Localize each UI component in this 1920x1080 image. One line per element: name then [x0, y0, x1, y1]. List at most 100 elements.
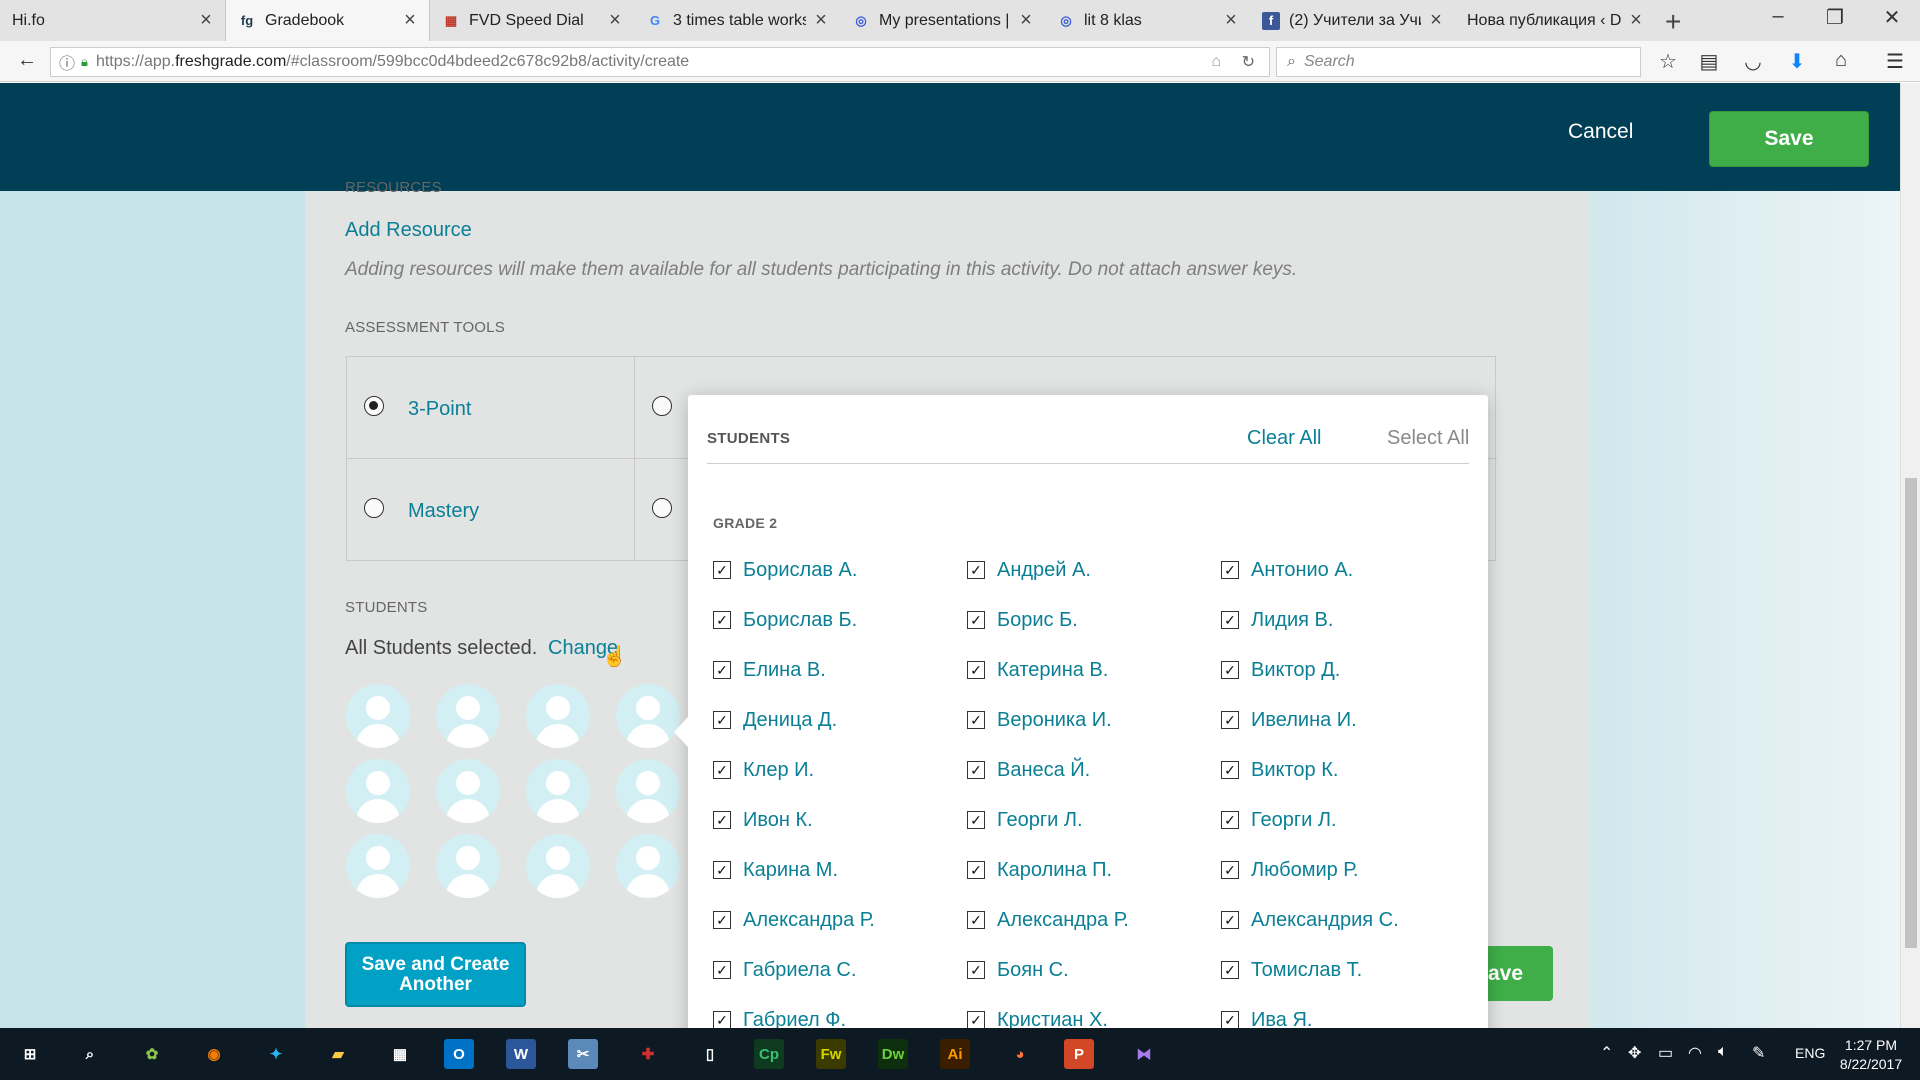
radio-3-point[interactable]: [364, 396, 384, 416]
reload-icon[interactable]: ↻: [1242, 52, 1255, 72]
student-checkbox-item[interactable]: ✓ Борислав Б.: [713, 607, 857, 633]
student-checkbox-item[interactable]: ✓ Каролина П.: [967, 857, 1112, 883]
kodu-icon[interactable]: ✿: [134, 1036, 170, 1072]
checkbox-checked-icon[interactable]: ✓: [713, 661, 731, 679]
close-window-button[interactable]: ✕: [1872, 5, 1912, 30]
close-tab-icon[interactable]: ×: [1017, 9, 1035, 32]
notepad-icon[interactable]: ▯: [692, 1036, 728, 1072]
windows-start-icon[interactable]: ⊞: [12, 1036, 48, 1072]
checkbox-checked-icon[interactable]: ✓: [967, 761, 985, 779]
volume-icon[interactable]: 🔈︎: [1718, 1043, 1728, 1061]
browser-tab[interactable]: G 3 times table works ×: [634, 0, 840, 41]
checkbox-checked-icon[interactable]: ✓: [967, 961, 985, 979]
student-checkbox-item[interactable]: ✓ Лидия В.: [1221, 607, 1333, 633]
browser-tab[interactable]: Нова публикация ‹ De ×: [1455, 0, 1655, 41]
radio-tool-2[interactable]: [652, 396, 672, 416]
student-checkbox-item[interactable]: ✓ Габриела С.: [713, 957, 856, 983]
checkbox-checked-icon[interactable]: ✓: [713, 761, 731, 779]
student-checkbox-item[interactable]: ✓ Георги Л.: [967, 807, 1083, 833]
address-bar[interactable]: ⓘ 🔒︎ https://app. freshgrade.com /#class…: [50, 47, 1270, 77]
checkbox-checked-icon[interactable]: ✓: [1221, 961, 1239, 979]
checkbox-checked-icon[interactable]: ✓: [713, 561, 731, 579]
search-icon[interactable]: ⌕: [72, 1036, 108, 1072]
outlook-icon[interactable]: O: [444, 1039, 474, 1069]
student-checkbox-item[interactable]: ✓ Александра Р.: [713, 907, 875, 933]
student-checkbox-item[interactable]: ✓ Александра Р.: [967, 907, 1129, 933]
checkbox-checked-icon[interactable]: ✓: [1221, 861, 1239, 879]
cancel-button[interactable]: Cancel: [1568, 120, 1633, 144]
student-checkbox-item[interactable]: ✓ Клер И.: [713, 757, 814, 783]
pen-icon[interactable]: ✎: [1752, 1043, 1765, 1063]
tool-option-mastery[interactable]: Mastery: [347, 459, 635, 561]
new-tab-button[interactable]: +: [1665, 6, 1681, 38]
home-icon[interactable]: ⌂: [1826, 49, 1856, 72]
student-checkbox-item[interactable]: ✓ Борис Б.: [967, 607, 1078, 633]
clear-all-link[interactable]: Clear All: [1247, 427, 1321, 450]
checkbox-checked-icon[interactable]: ✓: [713, 611, 731, 629]
snipping-icon[interactable]: ✂: [568, 1039, 598, 1069]
captivate-icon[interactable]: Cp: [754, 1039, 784, 1069]
add-resource-link[interactable]: Add Resource: [345, 219, 472, 242]
checkbox-checked-icon[interactable]: ✓: [967, 711, 985, 729]
word-icon[interactable]: W: [506, 1039, 536, 1069]
download-icon[interactable]: ⬇: [1782, 49, 1812, 74]
browser-tab[interactable]: ◎ lit 8 klas ×: [1045, 0, 1250, 41]
checkbox-checked-icon[interactable]: ✓: [713, 911, 731, 929]
close-tab-icon[interactable]: ×: [401, 9, 419, 32]
checkbox-checked-icon[interactable]: ✓: [1221, 711, 1239, 729]
close-tab-icon[interactable]: ×: [1427, 9, 1445, 32]
student-checkbox-item[interactable]: ✓ Андрей А.: [967, 557, 1091, 583]
student-checkbox-item[interactable]: ✓ Виктор К.: [1221, 757, 1338, 783]
student-checkbox-item[interactable]: ✓ Георги Л.: [1221, 807, 1337, 833]
browser-tab[interactable]: f (2) Учители за Учи ×: [1250, 0, 1455, 41]
battery-icon[interactable]: ▭: [1658, 1043, 1673, 1063]
back-arrow-icon[interactable]: ←: [12, 49, 42, 72]
student-checkbox-item[interactable]: ✓ Вероника И.: [967, 707, 1112, 733]
tray-chevron-icon[interactable]: ⌃: [1600, 1043, 1613, 1063]
checkbox-checked-icon[interactable]: ✓: [713, 861, 731, 879]
dreamweaver-icon[interactable]: Dw: [878, 1039, 908, 1069]
checkbox-checked-icon[interactable]: ✓: [967, 811, 985, 829]
student-checkbox-item[interactable]: ✓ Ивон К.: [713, 807, 813, 833]
radio-mastery[interactable]: [364, 498, 384, 518]
close-tab-icon[interactable]: ×: [197, 9, 215, 32]
powerpoint-icon[interactable]: P: [1064, 1039, 1094, 1069]
browser-tab[interactable]: ◎ My presentations | P ×: [840, 0, 1045, 41]
checkbox-checked-icon[interactable]: ✓: [713, 711, 731, 729]
illustrator-icon[interactable]: Ai: [940, 1039, 970, 1069]
checkbox-checked-icon[interactable]: ✓: [713, 1011, 731, 1028]
bookmark-star-icon[interactable]: ☆: [1653, 49, 1683, 74]
checkbox-checked-icon[interactable]: ✓: [1221, 561, 1239, 579]
home-sync-icon[interactable]: ⌂: [1211, 53, 1221, 71]
student-checkbox-item[interactable]: ✓ Карина М.: [713, 857, 838, 883]
pocket-icon[interactable]: ◡: [1738, 49, 1768, 74]
tool-option-3-point[interactable]: 3-Point: [347, 357, 635, 459]
checkbox-checked-icon[interactable]: ✓: [1221, 611, 1239, 629]
checkbox-checked-icon[interactable]: ✓: [967, 611, 985, 629]
checkbox-checked-icon[interactable]: ✓: [967, 661, 985, 679]
checkbox-checked-icon[interactable]: ✓: [1221, 661, 1239, 679]
save-button[interactable]: Save: [1709, 111, 1869, 167]
minimize-window-button[interactable]: –: [1758, 5, 1798, 28]
student-checkbox-item[interactable]: ✓ Любомир Р.: [1221, 857, 1358, 883]
browser-tab[interactable]: fg Gradebook ×: [225, 0, 430, 41]
visual-studio-icon[interactable]: ⧓: [1126, 1036, 1162, 1072]
wifi-icon[interactable]: ◠: [1688, 1043, 1702, 1063]
reading-list-icon[interactable]: ▤: [1694, 49, 1724, 74]
file-explorer-icon[interactable]: ▰: [320, 1036, 356, 1072]
checkbox-checked-icon[interactable]: ✓: [967, 561, 985, 579]
student-checkbox-item[interactable]: ✓ Ива Я.: [1221, 1007, 1312, 1028]
student-checkbox-item[interactable]: ✓ Деница Д.: [713, 707, 837, 733]
close-tab-icon[interactable]: ×: [1222, 9, 1240, 32]
student-checkbox-item[interactable]: ✓ Ивелина И.: [1221, 707, 1357, 733]
student-checkbox-item[interactable]: ✓ Виктор Д.: [1221, 657, 1340, 683]
student-checkbox-item[interactable]: ✓ Катерина В.: [967, 657, 1108, 683]
clock[interactable]: 1:27 PM 8/22/2017: [1834, 1036, 1908, 1074]
scratch-icon[interactable]: ✦: [258, 1036, 294, 1072]
close-tab-icon[interactable]: ×: [812, 9, 830, 32]
menu-icon[interactable]: ☰: [1880, 49, 1910, 74]
blender-icon[interactable]: ◉: [196, 1036, 232, 1072]
scrollbar-thumb[interactable]: [1905, 478, 1917, 948]
close-tab-icon[interactable]: ×: [1627, 9, 1645, 32]
student-checkbox-item[interactable]: ✓ Габриел Ф.: [713, 1007, 846, 1028]
